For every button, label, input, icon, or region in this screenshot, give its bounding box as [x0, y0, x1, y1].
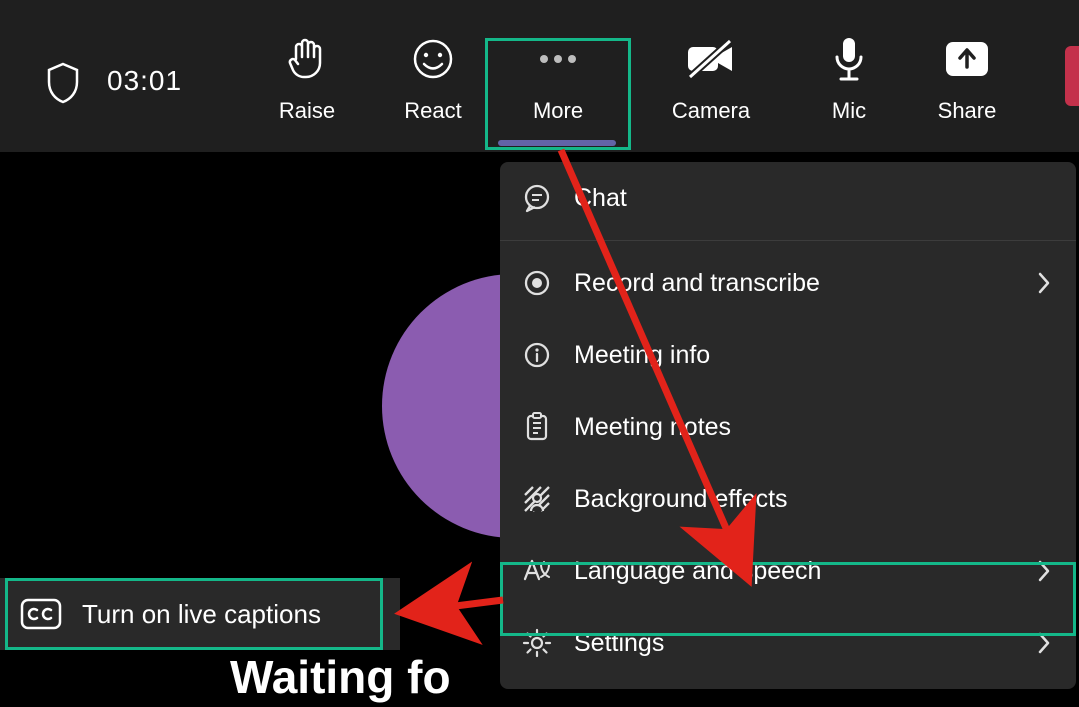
menu-separator [500, 240, 1076, 241]
menu-record[interactable]: Record and transcribe [500, 247, 1076, 319]
menu-meeting-info[interactable]: Meeting info [500, 319, 1076, 391]
menu-chat[interactable]: Chat [500, 162, 1076, 234]
raise-label: Raise [252, 98, 362, 124]
menu-background-effects[interactable]: Background effects [500, 463, 1076, 535]
annotation-language-highlight [500, 562, 1076, 636]
camera-button[interactable]: Camera [656, 34, 766, 124]
elapsed-time: 03:01 [107, 65, 182, 97]
menu-record-label: Record and transcribe [574, 269, 820, 298]
annotation-more-highlight [485, 38, 631, 150]
react-button[interactable]: React [378, 34, 488, 124]
mic-label: Mic [794, 98, 904, 124]
info-icon [500, 340, 574, 370]
share-screen-icon [912, 34, 1022, 84]
chat-icon [500, 183, 574, 213]
waiting-text: Waiting fo [230, 650, 451, 704]
camera-label: Camera [656, 98, 766, 124]
mic-button[interactable]: Mic [794, 34, 904, 124]
leave-button[interactable] [1065, 46, 1079, 106]
raise-hand-icon [252, 34, 362, 84]
smile-icon [378, 34, 488, 84]
menu-notes-label: Meeting notes [574, 413, 731, 442]
record-icon [500, 268, 574, 298]
menu-chat-label: Chat [574, 184, 627, 213]
annotation-captions-highlight [5, 578, 383, 650]
menu-info-label: Meeting info [574, 341, 710, 370]
privacy-shield-icon[interactable] [45, 62, 81, 104]
notes-icon [500, 412, 574, 442]
microphone-icon [794, 34, 904, 84]
chevron-right-icon [1036, 270, 1052, 296]
raise-hand-button[interactable]: Raise [252, 34, 362, 124]
camera-off-icon [656, 34, 766, 84]
share-button[interactable]: Share [912, 34, 1022, 124]
menu-background-label: Background effects [574, 485, 788, 514]
share-label: Share [912, 98, 1022, 124]
menu-meeting-notes[interactable]: Meeting notes [500, 391, 1076, 463]
background-effects-icon [500, 484, 574, 514]
react-label: React [378, 98, 488, 124]
